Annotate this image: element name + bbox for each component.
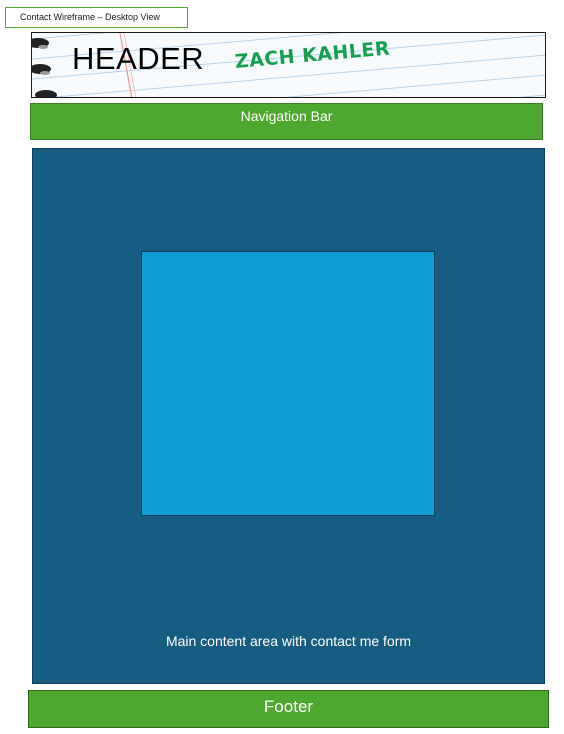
navigation-bar-label: Navigation Bar [240,108,333,124]
wireframe-page: Contact Wireframe – Desktop View HEADER … [0,0,564,734]
document-title-label: Contact Wireframe – Desktop View [5,7,188,28]
navigation-bar: Navigation Bar [30,103,543,140]
main-content-label: Main content area with contact me form [165,633,412,649]
footer-label: Footer [263,697,314,716]
header-block: HEADER ZACH KAHLER [31,32,546,98]
footer: Footer [28,690,549,728]
header-title: HEADER [72,41,205,76]
contact-form-placeholder [141,251,435,516]
main-content-area: Main content area with contact me form [32,148,545,684]
